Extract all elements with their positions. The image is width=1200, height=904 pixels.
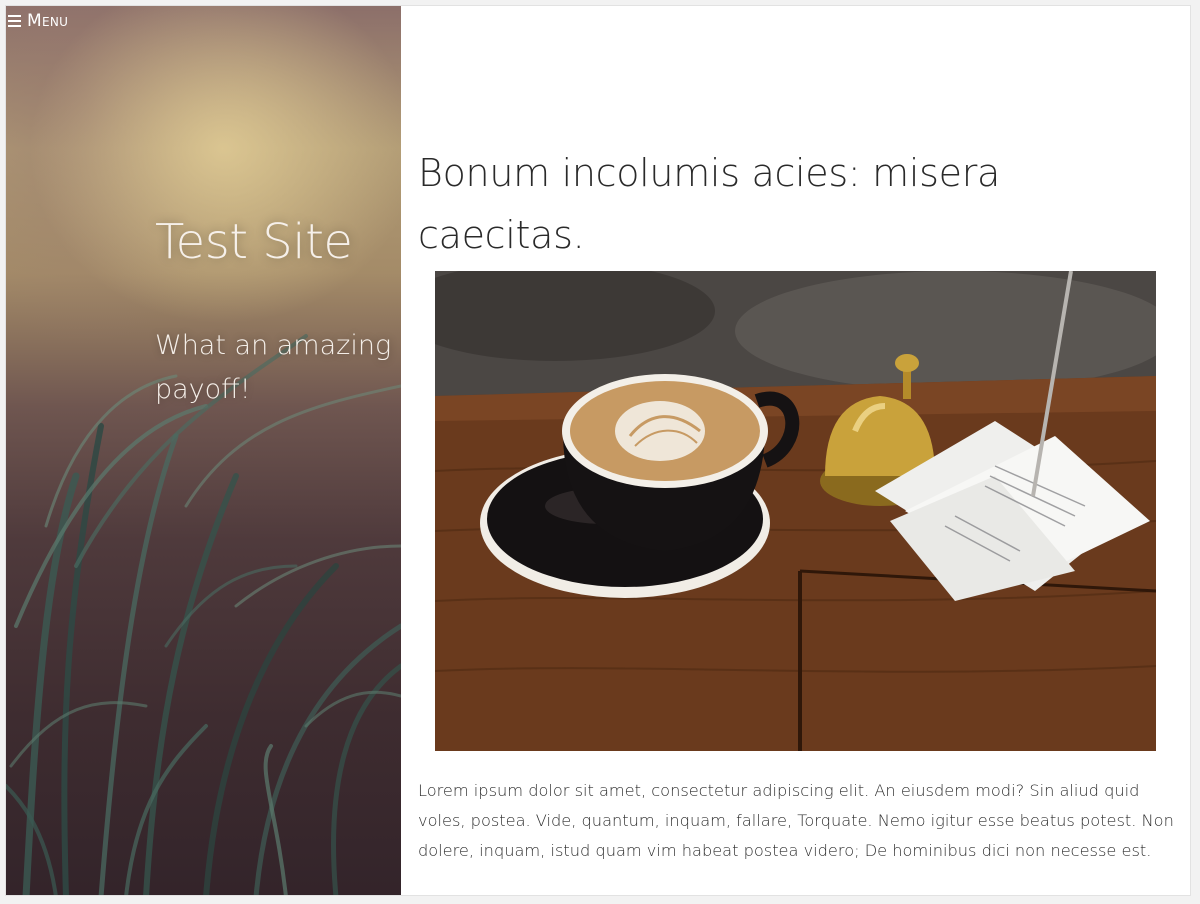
post-excerpt: Lorem ipsum dolor sit amet, consectetur …	[418, 781, 1174, 860]
grass-background-image	[6, 334, 401, 895]
site-header-hero: Menu Test Site What an amazing payoff!	[6, 6, 401, 895]
main-content: Bonum incolumis acies: misera caecitas.	[401, 6, 1190, 895]
post-title[interactable]: Bonum incolumis acies: misera caecitas.	[418, 142, 1118, 266]
featured-image	[435, 271, 1156, 751]
page-frame: Menu Test Site What an amazing payoff! B…	[5, 5, 1191, 896]
site-title-link[interactable]: Test Site	[155, 214, 353, 270]
coffee-cup-photo	[435, 271, 1156, 751]
site-tagline: What an amazing payoff!	[155, 330, 392, 405]
hamburger-menu-icon	[8, 15, 21, 27]
menu-label: Menu	[27, 11, 69, 31]
menu-toggle-button[interactable]: Menu	[8, 12, 68, 30]
